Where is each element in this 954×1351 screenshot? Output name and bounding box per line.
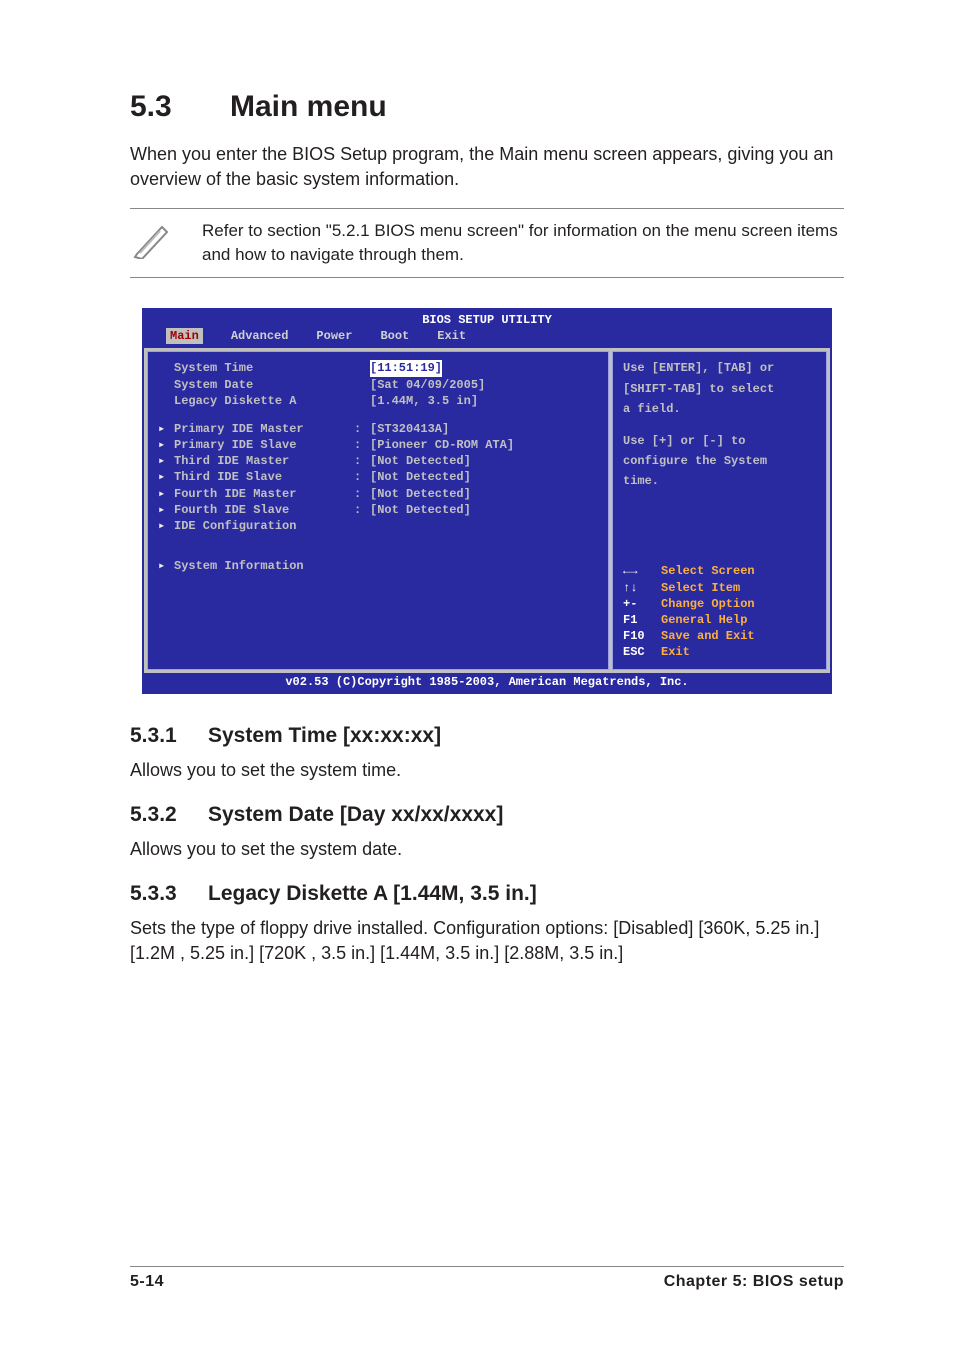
bios-help-line: a field. [623,401,818,417]
note-box: Refer to section "5.2.1 BIOS menu screen… [130,208,844,278]
bios-help-line: Use [ENTER], [TAB] or [623,360,818,376]
heading-number: 5.3 [130,90,230,124]
bios-row-ide: ▸Fourth IDE Master:[Not Detected] [158,486,598,502]
page-heading: 5.3Main menu [130,90,844,124]
bios-key-row: ↑↓Select Item [623,580,818,596]
note-text: Refer to section "5.2.1 BIOS menu screen… [202,219,844,267]
bios-key-row: F10Save and Exit [623,628,818,644]
page-number: 5-14 [130,1273,164,1291]
bios-row-ide-config: ▸IDE Configuration [158,518,598,534]
bios-help-line: Use [+] or [-] to [623,433,818,449]
heading-title: Main menu [230,90,387,123]
section-heading-532: 5.3.2System Date [Day xx/xx/xxxx] [130,803,844,827]
section-body: Allows you to set the system time. [130,758,844,783]
bios-row-system-date: System Date [Sat 04/09/2005] [158,377,598,393]
bios-footer: v02.53 (C)Copyright 1985-2003, American … [144,673,830,692]
bios-menu-advanced: Advanced [231,328,289,344]
chapter-label: Chapter 5: BIOS setup [664,1273,844,1291]
bios-menu-exit: Exit [437,328,466,344]
bios-right-panel: Use [ENTER], [TAB] or [SHIFT-TAB] to sel… [612,351,827,669]
bios-key-row: +-Change Option [623,596,818,612]
bios-row-sysinfo: ▸System Information [158,558,598,574]
bios-left-panel: System Time [11:51:19] System Date [Sat … [147,351,609,669]
bios-row-ide: ▸Third IDE Master:[Not Detected] [158,453,598,469]
note-icon [132,219,172,259]
bios-key-row: F1General Help [623,612,818,628]
section-heading-531: 5.3.1System Time [xx:xx:xx] [130,724,844,748]
bios-row-ide: ▸Third IDE Slave:[Not Detected] [158,469,598,485]
bios-selected-value: [11:51:19] [370,360,442,376]
bios-key-row: ESCExit [623,644,818,660]
bios-menu-bar: Main Advanced Power Boot Exit [144,328,830,348]
bios-help-line: time. [623,473,818,489]
intro-paragraph: When you enter the BIOS Setup program, t… [130,142,844,192]
page-footer: 5-14 Chapter 5: BIOS setup [130,1266,844,1291]
bios-row-ide: ▸Primary IDE Master:[ST320413A] [158,421,598,437]
bios-row-ide: ▸Fourth IDE Slave:[Not Detected] [158,502,598,518]
bios-help-line: configure the System [623,453,818,469]
bios-title: BIOS SETUP UTILITY [144,310,830,328]
bios-key-row: ←→Select Screen [623,563,818,579]
bios-row-ide: ▸Primary IDE Slave:[Pioneer CD-ROM ATA] [158,437,598,453]
bios-row-system-time: System Time [11:51:19] [158,360,598,376]
bios-screenshot: BIOS SETUP UTILITY Main Advanced Power B… [142,308,832,694]
bios-row-diskette: Legacy Diskette A [1.44M, 3.5 in] [158,393,598,409]
bios-menu-power: Power [316,328,352,344]
section-body: Allows you to set the system date. [130,837,844,862]
bios-menu-boot: Boot [380,328,409,344]
bios-help-line: [SHIFT-TAB] to select [623,381,818,397]
section-heading-533: 5.3.3Legacy Diskette A [1.44M, 3.5 in.] [130,882,844,906]
bios-menu-main: Main [166,328,203,344]
section-body: Sets the type of floppy drive installed.… [130,916,844,966]
